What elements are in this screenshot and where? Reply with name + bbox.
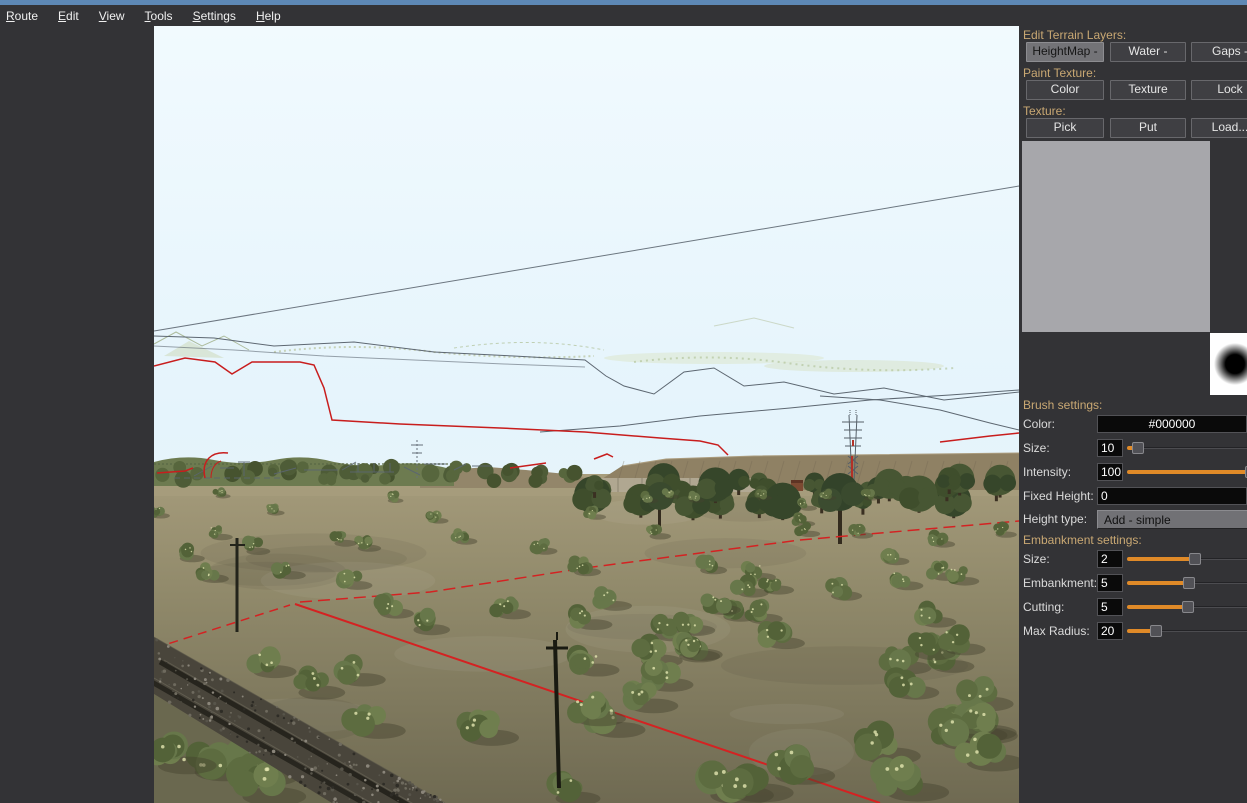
brush-intensity-row: Intensity: 100: [1019, 463, 1247, 482]
texture-button[interactable]: Texture: [1110, 80, 1186, 100]
cutting-label: Cutting:: [1023, 600, 1064, 614]
brush-intensity-label: Intensity:: [1023, 465, 1071, 479]
height-type-row: Height type: Add - simple: [1019, 510, 1247, 529]
menu-item-route[interactable]: Route: [0, 6, 48, 26]
brush-intensity-slider[interactable]: [1127, 463, 1247, 481]
embankment-input[interactable]: 5: [1097, 574, 1123, 592]
menu-bar: Route Edit View Tools Settings Help: [0, 5, 1247, 26]
embankment-size-label: Size:: [1023, 552, 1050, 566]
brush-color-row: Color: #000000: [1019, 415, 1247, 434]
embankment-settings-label: Embankment settings:: [1023, 533, 1142, 547]
brush-intensity-input[interactable]: 100: [1097, 463, 1123, 481]
max-radius-label: Max Radius:: [1023, 624, 1090, 638]
slider-thumb[interactable]: [1189, 553, 1201, 565]
slider-thumb[interactable]: [1182, 601, 1194, 613]
viewport-3d[interactable]: [154, 26, 1019, 803]
slider-thumb[interactable]: [1150, 625, 1162, 637]
menu-item-tools[interactable]: Tools: [135, 6, 183, 26]
brush-color-label: Color:: [1023, 417, 1055, 431]
brush-size-slider[interactable]: [1127, 439, 1247, 457]
brush-settings-label: Brush settings:: [1023, 398, 1102, 412]
pick-button[interactable]: Pick: [1026, 118, 1104, 138]
slider-thumb[interactable]: [1132, 442, 1144, 454]
cutting-slider[interactable]: [1127, 598, 1247, 616]
put-button[interactable]: Put: [1110, 118, 1186, 138]
cutting-input[interactable]: 5: [1097, 598, 1123, 616]
paint-texture-label: Paint Texture:: [1023, 66, 1096, 80]
gaps-button[interactable]: Gaps -: [1191, 42, 1247, 62]
max-radius-row: Max Radius: 20: [1019, 622, 1247, 641]
left-toolbar-area: [0, 26, 154, 803]
brush-preview: [1210, 333, 1247, 395]
texture-label: Texture:: [1023, 104, 1066, 118]
fixed-height-label: Fixed Height:: [1023, 489, 1094, 503]
brush-size-row: Size: 10: [1019, 439, 1247, 458]
height-type-label: Height type:: [1023, 512, 1087, 526]
texture-preview[interactable]: [1022, 141, 1210, 332]
slider-track[interactable]: [1127, 447, 1247, 449]
fixed-height-input[interactable]: 0: [1097, 487, 1247, 505]
cutting-row: Cutting: 5: [1019, 598, 1247, 617]
lock-button[interactable]: Lock: [1191, 80, 1247, 100]
terrain-layers-label: Edit Terrain Layers:: [1023, 28, 1126, 42]
slider-fill: [1127, 605, 1188, 609]
menu-item-view[interactable]: View: [89, 6, 135, 26]
color-button[interactable]: Color: [1026, 80, 1104, 100]
water-button[interactable]: Water -: [1110, 42, 1186, 62]
menu-item-edit[interactable]: Edit: [48, 6, 89, 26]
embankment-size-row: Size: 2: [1019, 550, 1247, 569]
embankment-row: Embankment: 5: [1019, 574, 1247, 593]
menu-item-help[interactable]: Help: [246, 6, 291, 26]
heightmap-button[interactable]: HeightMap -: [1026, 42, 1104, 62]
slider-fill: [1127, 470, 1247, 474]
slider-fill: [1127, 581, 1189, 585]
menu-item-settings[interactable]: Settings: [183, 6, 246, 26]
height-type-dropdown[interactable]: Add - simple: [1097, 510, 1247, 529]
load-button[interactable]: Load...: [1191, 118, 1247, 138]
brush-size-input[interactable]: 10: [1097, 439, 1123, 457]
fixed-height-row: Fixed Height: 0: [1019, 487, 1247, 506]
slider-thumb[interactable]: [1183, 577, 1195, 589]
brush-size-label: Size:: [1023, 441, 1050, 455]
embankment-slider[interactable]: [1127, 574, 1247, 592]
terrain-scene: [154, 26, 1019, 803]
max-radius-input[interactable]: 20: [1097, 622, 1123, 640]
embankment-size-input[interactable]: 2: [1097, 550, 1123, 568]
embankment-size-slider[interactable]: [1127, 550, 1247, 568]
slider-fill: [1127, 557, 1195, 561]
embankment-label: Embankment:: [1023, 576, 1097, 590]
terrain-editor-panel: Edit Terrain Layers: HeightMap - Water -…: [1019, 26, 1247, 803]
max-radius-slider[interactable]: [1127, 622, 1247, 640]
brush-color-field[interactable]: #000000: [1097, 415, 1247, 433]
